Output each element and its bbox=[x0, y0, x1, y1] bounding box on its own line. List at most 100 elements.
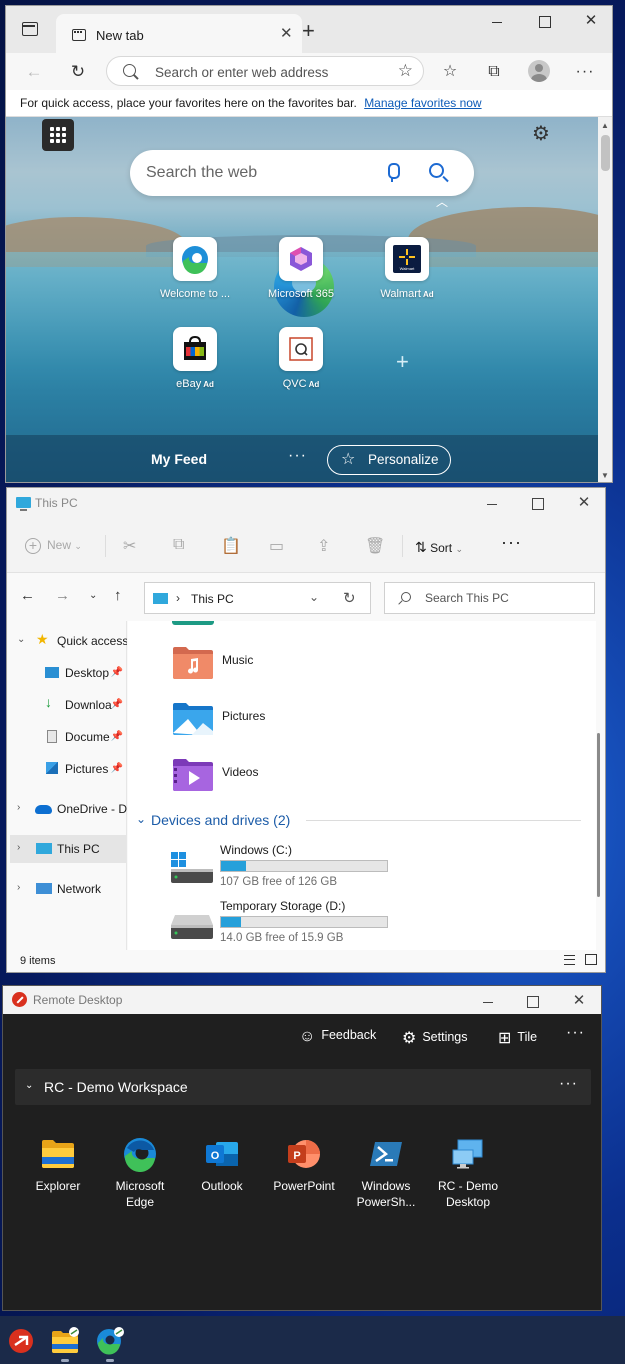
quicklink-walmart[interactable]: Walmart Walmart Ad bbox=[357, 237, 457, 317]
remote-desktop-icon[interactable] bbox=[7, 1325, 37, 1355]
tree-item-quick-access[interactable]: ⌄ ★ Quick access bbox=[7, 627, 127, 655]
close-button[interactable]: ✕ bbox=[561, 488, 605, 518]
share-icon[interactable]: ⇪ bbox=[317, 536, 330, 556]
profile-avatar[interactable] bbox=[528, 60, 550, 82]
app-powerpoint[interactable]: P PowerPoint bbox=[264, 1136, 344, 1194]
drive-windows-c[interactable]: Windows (C:) 107 GB free of 126 GB bbox=[170, 843, 470, 893]
tile-view-button[interactable]: ⊞ Tile bbox=[498, 1028, 537, 1048]
folder-music[interactable]: Music bbox=[172, 645, 472, 685]
settings-button[interactable]: ⚙ Settings bbox=[402, 1028, 468, 1048]
address-location[interactable]: This PC bbox=[191, 592, 234, 606]
chevron-down-icon[interactable]: ⌄ bbox=[136, 812, 146, 826]
app-windows-powershell[interactable]: Windows PowerSh... bbox=[346, 1136, 426, 1210]
minimize-button[interactable] bbox=[465, 986, 511, 1016]
settings-more-button[interactable]: ··· bbox=[571, 59, 599, 85]
refresh-button[interactable]: ↻ bbox=[64, 59, 92, 85]
paste-icon[interactable]: 📋 bbox=[221, 536, 241, 556]
address-bar[interactable]: ☆ bbox=[106, 56, 424, 86]
minimize-button[interactable] bbox=[474, 6, 520, 36]
chevron-right-icon[interactable]: › bbox=[176, 591, 180, 605]
forward-button[interactable]: → bbox=[55, 587, 70, 604]
app-launcher-icon[interactable] bbox=[42, 119, 74, 151]
back-button[interactable]: ← bbox=[20, 59, 48, 85]
add-site-button[interactable]: + bbox=[396, 349, 409, 375]
tree-item-pictures[interactable]: Pictures 📌 bbox=[7, 755, 127, 783]
chevron-right-icon[interactable]: › bbox=[17, 802, 20, 813]
rename-icon[interactable]: ▭ bbox=[269, 536, 284, 556]
cut-icon[interactable]: ✂ bbox=[123, 536, 136, 556]
scroll-down-icon[interactable]: ▼ bbox=[601, 471, 609, 480]
tree-item-onedrive[interactable]: › OneDrive - D bbox=[7, 795, 127, 823]
tree-item-desktop[interactable]: Desktop 📌 bbox=[7, 659, 127, 687]
scroll-up-icon[interactable]: ▲ bbox=[601, 121, 609, 130]
web-search-input[interactable] bbox=[146, 163, 366, 183]
folder-pictures[interactable]: Pictures bbox=[172, 701, 472, 741]
minimize-button[interactable] bbox=[469, 488, 515, 518]
page-settings-gear-icon[interactable]: ⚙ bbox=[532, 121, 550, 146]
feedback-button[interactable]: ☺ Feedback bbox=[299, 1028, 376, 1046]
tree-item-documents[interactable]: Docume 📌 bbox=[7, 723, 127, 751]
feed-more-icon[interactable]: ··· bbox=[288, 447, 307, 465]
address-bar[interactable]: › This PC ⌄ ↻ bbox=[144, 582, 371, 614]
quicklink-welcome[interactable]: Welcome to ... bbox=[145, 237, 245, 317]
up-button[interactable]: ↑ bbox=[114, 587, 122, 604]
more-options-button[interactable]: ··· bbox=[501, 532, 522, 553]
maximize-button[interactable] bbox=[522, 6, 568, 36]
web-search-box[interactable] bbox=[130, 150, 474, 196]
quicklink-microsoft-365[interactable]: Microsoft 365 bbox=[251, 237, 351, 317]
microphone-icon[interactable] bbox=[386, 163, 400, 182]
close-tab-icon[interactable]: ✕ bbox=[280, 24, 293, 42]
details-view-icon[interactable] bbox=[564, 955, 575, 965]
edge-remote-icon[interactable] bbox=[95, 1325, 125, 1355]
chevron-down-icon[interactable]: ⌄ bbox=[309, 590, 319, 604]
favorites-icon[interactable]: ☆ bbox=[436, 59, 464, 85]
address-input[interactable] bbox=[155, 63, 385, 81]
scrollbar-thumb[interactable] bbox=[597, 733, 600, 897]
content-scrollbar[interactable] bbox=[596, 621, 605, 951]
my-feed-tab[interactable]: My Feed bbox=[151, 451, 207, 467]
tree-item-downloads[interactable]: ↓ Downloa 📌 bbox=[7, 691, 127, 719]
chevron-up-icon[interactable]: ︿ bbox=[436, 193, 448, 210]
app-rc-demo-desktop[interactable]: RC - Demo Desktop bbox=[428, 1136, 508, 1210]
collections-icon[interactable]: ⧉ bbox=[480, 59, 508, 85]
close-button[interactable]: ✕ bbox=[568, 6, 612, 36]
devices-and-drives-group[interactable]: ⌄ Devices and drives (2) bbox=[136, 812, 581, 832]
search-icon[interactable] bbox=[429, 163, 444, 178]
chevron-down-icon[interactable]: ⌄ bbox=[17, 634, 25, 645]
folder-videos[interactable]: Videos bbox=[172, 757, 472, 797]
search-input[interactable] bbox=[425, 591, 585, 605]
chevron-right-icon[interactable]: › bbox=[17, 882, 20, 893]
app-microsoft-edge[interactable]: Microsoft Edge bbox=[100, 1136, 180, 1210]
search-box[interactable] bbox=[384, 582, 595, 614]
tree-item-this-pc[interactable]: › This PC bbox=[10, 835, 126, 863]
quicklink-ebay[interactable]: eBay Ad bbox=[145, 327, 245, 407]
scrollbar-thumb[interactable] bbox=[601, 135, 610, 171]
copy-icon[interactable]: ⧉ bbox=[173, 536, 184, 554]
app-outlook[interactable]: O Outlook bbox=[182, 1136, 262, 1194]
add-favorite-icon[interactable]: ☆ bbox=[398, 61, 413, 81]
workspace-header[interactable]: ⌄ RC - Demo Workspace ··· bbox=[15, 1069, 591, 1105]
tab-actions-icon[interactable] bbox=[22, 22, 38, 36]
personalize-button[interactable]: ☆ Personalize bbox=[327, 445, 451, 475]
recent-locations-chevron-icon[interactable]: ⌄ bbox=[89, 590, 97, 601]
quicklink-qvc[interactable]: QVC Ad bbox=[251, 327, 351, 407]
chevron-right-icon[interactable]: › bbox=[17, 842, 20, 853]
file-explorer-remote-icon[interactable] bbox=[50, 1325, 80, 1355]
workspace-more-icon[interactable]: ··· bbox=[559, 1075, 578, 1093]
manage-favorites-link[interactable]: Manage favorites now bbox=[364, 96, 481, 110]
more-options-button[interactable]: ··· bbox=[566, 1024, 585, 1042]
app-explorer[interactable]: Explorer bbox=[18, 1136, 98, 1194]
tree-item-network[interactable]: › Network bbox=[7, 875, 127, 903]
sort-button[interactable]: ⇅ Sort ⌄ bbox=[415, 539, 463, 556]
new-tab-button[interactable]: + bbox=[302, 18, 315, 44]
tiles-view-icon[interactable] bbox=[585, 954, 597, 965]
maximize-button[interactable] bbox=[515, 488, 561, 518]
chevron-down-icon[interactable]: ⌄ bbox=[25, 1080, 33, 1091]
tab-new-tab[interactable]: New tab ✕ bbox=[56, 14, 302, 53]
back-button[interactable]: ← bbox=[20, 587, 35, 604]
drive-temporary-d[interactable]: Temporary Storage (D:) 14.0 GB free of 1… bbox=[170, 899, 470, 949]
delete-icon[interactable]: 🗑 bbox=[365, 536, 385, 556]
refresh-icon[interactable]: ↻ bbox=[343, 589, 356, 607]
page-scrollbar[interactable]: ▲ ▼ bbox=[598, 117, 612, 482]
close-button[interactable]: ✕ bbox=[556, 986, 601, 1016]
